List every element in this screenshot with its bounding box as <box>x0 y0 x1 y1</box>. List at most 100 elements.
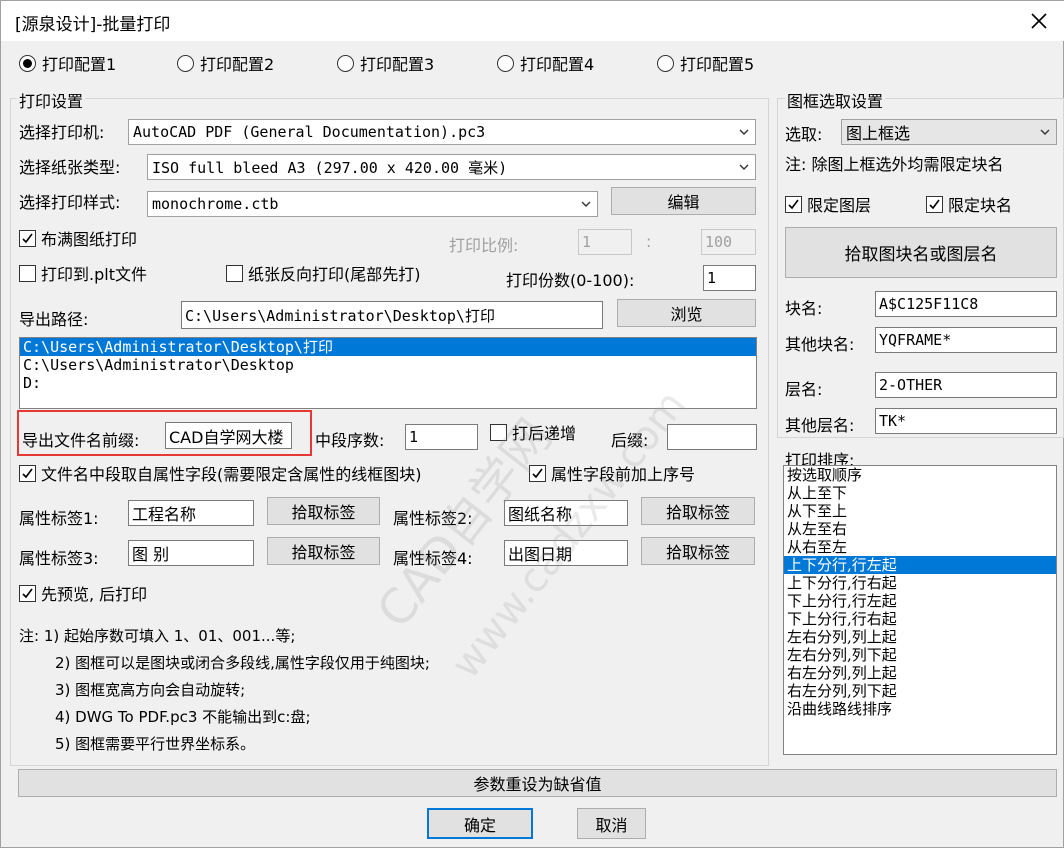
reverse-print-checkbox[interactable]: 纸张反向打印(尾部先打) <box>226 262 421 284</box>
limit-block-checkbox[interactable]: 限定块名 <box>926 193 1012 215</box>
other-layer-label: 其他层名: <box>785 416 855 435</box>
radio-icon <box>337 54 354 72</box>
pick-tag-button-4[interactable]: 拾取标签 <box>641 537 755 565</box>
limit-layer-checkbox[interactable]: 限定图层 <box>785 193 871 215</box>
attr2-label: 属性标签2: <box>393 509 473 528</box>
sort-item[interactable]: 按选取顺序 <box>784 466 1056 484</box>
frame-note: 注: 除图上框选外均需限定块名 <box>785 155 1004 174</box>
fill-paper-label: 布满图纸打印 <box>41 230 138 249</box>
list-item[interactable]: D: <box>20 374 756 392</box>
ok-button[interactable]: 确定 <box>427 808 533 839</box>
sort-item[interactable]: 沿曲线路线排序 <box>784 700 1056 718</box>
list-item[interactable]: C:\Users\Administrator\Desktop\打印 <box>20 338 756 356</box>
other-layer-input[interactable]: TK* <box>875 408 1057 434</box>
limit-block-label: 限定块名 <box>948 196 1013 215</box>
pick-block-layer-button[interactable]: 拾取图块名或图层名 <box>785 227 1057 278</box>
attr-prefix-seq-label: 属性字段前加上序号 <box>551 465 696 484</box>
radio-config-3[interactable]: 打印配置3 <box>337 52 434 74</box>
edit-button[interactable]: 编辑 <box>611 187 756 215</box>
checkbox-icon <box>926 195 943 213</box>
sort-item[interactable]: 右左分列,列上起 <box>784 664 1056 682</box>
radio-config-2[interactable]: 打印配置2 <box>177 52 274 74</box>
printer-select[interactable]: AutoCAD PDF (General Documentation).pc3 <box>128 119 756 145</box>
note-line: 4) DWG To PDF.pc3 不能输出到c:盘; <box>55 708 311 726</box>
attr2-input[interactable]: 图纸名称 <box>504 500 628 526</box>
checkbox-icon <box>785 195 802 213</box>
radio-config-1[interactable]: 打印配置1 <box>19 52 116 74</box>
attr3-input[interactable]: 图 别 <box>128 540 254 566</box>
radio-config-5[interactable]: 打印配置5 <box>657 52 754 74</box>
printer-label: 选择打印机: <box>19 123 105 142</box>
sort-item[interactable]: 上下分行,行右起 <box>784 574 1056 592</box>
radio-config-4[interactable]: 打印配置4 <box>497 52 594 74</box>
prefix-label: 导出文件名前缀: <box>22 431 140 450</box>
printer-value: AutoCAD PDF (General Documentation).pc3 <box>133 123 486 141</box>
path-input[interactable]: C:\Users\Administrator\Desktop\打印 <box>181 301 603 329</box>
increment-checkbox[interactable]: 打后递增 <box>490 421 576 443</box>
preview-checkbox[interactable]: 先预览, 后打印 <box>19 582 147 604</box>
prefix-input[interactable]: CAD自学网大楼 <box>165 422 292 449</box>
attr1-input[interactable]: 工程名称 <box>128 500 254 526</box>
plt-file-checkbox[interactable]: 打印到.plt文件 <box>19 262 147 284</box>
scale-colon: : <box>646 232 652 251</box>
style-label: 选择打印样式: <box>19 193 121 212</box>
suffix-input[interactable] <box>667 424 757 450</box>
sort-item[interactable]: 从左至右 <box>784 520 1056 538</box>
plt-file-label: 打印到.plt文件 <box>41 265 147 284</box>
style-select[interactable]: monochrome.ctb <box>147 191 598 217</box>
sort-item[interactable]: 左右分列,列上起 <box>784 628 1056 646</box>
suffix-label: 后缀: <box>611 431 649 450</box>
sort-item[interactable]: 从右至左 <box>784 538 1056 556</box>
other-block-label: 其他块名: <box>785 335 855 354</box>
attr-prefix-seq-checkbox[interactable]: 属性字段前加上序号 <box>529 462 695 484</box>
checkbox-icon <box>226 264 243 282</box>
reset-defaults-button[interactable]: 参数重设为缺省值 <box>18 769 1057 797</box>
other-block-input[interactable]: YQFRAME* <box>875 327 1057 353</box>
cancel-button[interactable]: 取消 <box>577 808 646 839</box>
block-name-input[interactable]: A$C125F11C8 <box>875 291 1057 317</box>
radio-icon <box>497 54 514 72</box>
pick-tag-button-1[interactable]: 拾取标签 <box>267 497 380 525</box>
attr4-label: 属性标签4: <box>393 549 473 568</box>
sort-item[interactable]: 下上分行,行左起 <box>784 592 1056 610</box>
path-history-list[interactable]: C:\Users\Administrator\Desktop\打印 C:\Use… <box>19 337 757 409</box>
mid-from-attr-label: 文件名中段取自属性字段(需要限定含属性的线框图块) <box>41 465 422 484</box>
attr4-input[interactable]: 出图日期 <box>504 540 628 566</box>
close-button[interactable] <box>1021 3 1057 39</box>
attr3-label: 属性标签3: <box>19 549 99 568</box>
list-item[interactable]: C:\Users\Administrator\Desktop <box>20 356 756 374</box>
sort-item[interactable]: 从上至下 <box>784 484 1056 502</box>
paper-select[interactable]: ISO full bleed A3 (297.00 x 420.00 毫米) <box>147 154 756 180</box>
mid-seq-label: 中段序数: <box>315 431 385 450</box>
limit-layer-label: 限定图层 <box>807 196 872 215</box>
copies-input[interactable]: 1 <box>703 265 756 291</box>
frame-select[interactable]: 图上框选 <box>841 119 1057 145</box>
sort-item[interactable]: 上下分行,行左起 <box>784 556 1056 574</box>
checkbox-icon <box>19 264 36 282</box>
radio-label: 打印配置3 <box>360 55 435 74</box>
checkbox-icon <box>529 464 546 482</box>
increment-label: 打后递增 <box>512 424 577 443</box>
checkbox-icon <box>490 423 507 441</box>
note-line: 2) 图框可以是图块或闭合多段线,属性字段仅用于纯图块; <box>55 654 430 672</box>
sort-item[interactable]: 下上分行,行右起 <box>784 610 1056 628</box>
pick-tag-button-3[interactable]: 拾取标签 <box>267 537 380 565</box>
attr1-label: 属性标签1: <box>19 509 99 528</box>
browse-button[interactable]: 浏览 <box>617 299 756 327</box>
mid-from-attr-checkbox[interactable]: 文件名中段取自属性字段(需要限定含属性的线框图块) <box>19 462 422 484</box>
pick-tag-button-2[interactable]: 拾取标签 <box>641 497 755 525</box>
sort-item[interactable]: 左右分列,列下起 <box>784 646 1056 664</box>
sort-item[interactable]: 从下至上 <box>784 502 1056 520</box>
sort-order-list[interactable]: 按选取顺序 从上至下 从下至上 从左至右 从右至左 上下分行,行左起 上下分行,… <box>783 465 1057 755</box>
fill-paper-checkbox[interactable]: 布满图纸打印 <box>19 227 137 249</box>
mid-seq-input[interactable]: 1 <box>405 424 478 450</box>
frame-select-label: 选取: <box>785 125 823 144</box>
path-label: 导出路径: <box>19 310 89 329</box>
sort-item[interactable]: 右左分列,列下起 <box>784 682 1056 700</box>
note-line: 3) 图框宽高方向会自动旋转; <box>55 681 246 699</box>
scale-right-input[interactable]: 100 <box>701 229 756 255</box>
chevron-down-icon <box>739 164 749 170</box>
layer-name-input[interactable]: 2-OTHER <box>875 372 1057 398</box>
paper-value: ISO full bleed A3 (297.00 x 420.00 毫米) <box>152 158 508 177</box>
scale-left-input[interactable]: 1 <box>578 229 632 255</box>
